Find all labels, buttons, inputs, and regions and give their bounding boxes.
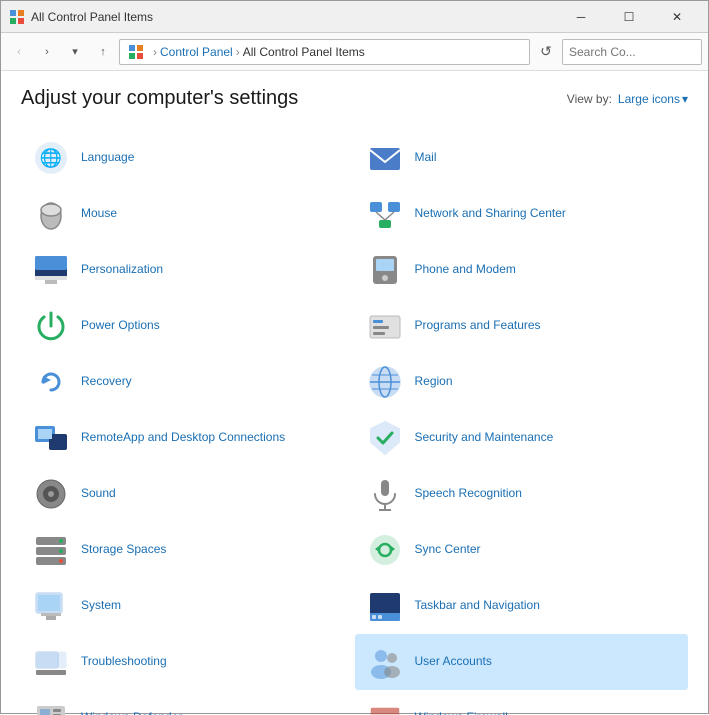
- item-speech-recognition[interactable]: Speech Recognition: [355, 466, 689, 522]
- item-taskbar-navigation[interactable]: Taskbar and Navigation: [355, 578, 689, 634]
- item-label-personalization: Personalization: [81, 262, 163, 278]
- item-label-phone-modem: Phone and Modem: [415, 262, 516, 278]
- item-icon-windows-firewall: [365, 698, 405, 715]
- item-label-sound: Sound: [81, 486, 116, 502]
- item-label-mail: Mail: [415, 150, 437, 166]
- forward-button[interactable]: ›: [35, 40, 59, 64]
- search-input[interactable]: [569, 45, 709, 59]
- item-sound[interactable]: Sound: [21, 466, 355, 522]
- item-mouse[interactable]: Mouse: [21, 186, 355, 242]
- item-icon-speech-recognition: [365, 474, 405, 514]
- item-windows-firewall[interactable]: Windows Firewall: [355, 690, 689, 715]
- item-label-language: Language: [81, 150, 134, 166]
- item-label-taskbar-navigation: Taskbar and Navigation: [415, 598, 540, 614]
- item-label-system: System: [81, 598, 121, 614]
- item-region[interactable]: Region: [355, 354, 689, 410]
- back-button[interactable]: ‹: [7, 40, 31, 64]
- address-bar: ‹ › ▾ ↑ › Control Panel › All Control Pa…: [1, 33, 708, 71]
- item-icon-network-sharing: [365, 194, 405, 234]
- item-mail[interactable]: Mail: [355, 130, 689, 186]
- view-by-value[interactable]: Large icons ▾: [618, 92, 688, 106]
- item-windows-defender[interactable]: Windows Defender: [21, 690, 355, 715]
- item-icon-troubleshooting: [31, 642, 71, 682]
- window-title: All Control Panel Items: [31, 10, 558, 24]
- item-security-maintenance[interactable]: Security and Maintenance: [355, 410, 689, 466]
- item-icon-region: [365, 362, 405, 402]
- title-bar: All Control Panel Items ─ ☐ ✕: [1, 1, 708, 33]
- content-area: Adjust your computer's settings View by:…: [1, 71, 708, 715]
- item-label-troubleshooting: Troubleshooting: [81, 654, 167, 670]
- item-label-power-options: Power Options: [81, 318, 160, 334]
- item-storage-spaces[interactable]: Storage Spaces: [21, 522, 355, 578]
- item-label-windows-firewall: Windows Firewall: [415, 710, 508, 715]
- item-personalization[interactable]: Personalization: [21, 242, 355, 298]
- app-icon: [9, 9, 25, 25]
- item-icon-personalization: [31, 250, 71, 290]
- close-button[interactable]: ✕: [654, 1, 700, 33]
- item-label-security-maintenance: Security and Maintenance: [415, 430, 554, 446]
- item-label-sync-center: Sync Center: [415, 542, 481, 558]
- items-grid: 🌐 Language Mail Mouse Network and Sharin…: [21, 130, 688, 715]
- item-label-network-sharing: Network and Sharing Center: [415, 206, 566, 222]
- page-header: Adjust your computer's settings View by:…: [21, 87, 688, 110]
- view-by-label: View by:: [567, 92, 612, 106]
- item-icon-user-accounts: [365, 642, 405, 682]
- item-icon-phone-modem: [365, 250, 405, 290]
- recent-locations-button[interactable]: ▾: [63, 40, 87, 64]
- item-remoteapp[interactable]: RemoteApp and Desktop Connections: [21, 410, 355, 466]
- refresh-button[interactable]: ↺: [534, 40, 558, 64]
- item-label-programs-features: Programs and Features: [415, 318, 541, 334]
- item-icon-remoteapp: [31, 418, 71, 458]
- item-power-options[interactable]: Power Options: [21, 298, 355, 354]
- item-label-region: Region: [415, 374, 453, 390]
- item-icon-security-maintenance: [365, 418, 405, 458]
- item-label-storage-spaces: Storage Spaces: [81, 542, 166, 558]
- item-icon-programs-features: [365, 306, 405, 346]
- item-network-sharing[interactable]: Network and Sharing Center: [355, 186, 689, 242]
- item-troubleshooting[interactable]: Troubleshooting: [21, 634, 355, 690]
- path-separator: ›: [153, 45, 157, 59]
- item-icon-power-options: [31, 306, 71, 346]
- item-icon-storage-spaces: [31, 530, 71, 570]
- path-separator-2: ›: [236, 45, 240, 59]
- page-title: Adjust your computer's settings: [21, 87, 298, 110]
- item-label-speech-recognition: Speech Recognition: [415, 486, 522, 502]
- view-by-control: View by: Large icons ▾: [567, 92, 688, 106]
- main-area: Adjust your computer's settings View by:…: [1, 71, 708, 715]
- item-icon-recovery: [31, 362, 71, 402]
- item-label-recovery: Recovery: [81, 374, 132, 390]
- item-label-mouse: Mouse: [81, 206, 117, 222]
- item-label-user-accounts: User Accounts: [415, 654, 492, 670]
- item-phone-modem[interactable]: Phone and Modem: [355, 242, 689, 298]
- item-label-remoteapp: RemoteApp and Desktop Connections: [81, 430, 285, 446]
- item-icon-language: 🌐: [31, 138, 71, 178]
- item-icon-system: [31, 586, 71, 626]
- item-icon-taskbar-navigation: [365, 586, 405, 626]
- item-label-windows-defender: Windows Defender: [81, 710, 182, 715]
- item-recovery[interactable]: Recovery: [21, 354, 355, 410]
- item-icon-sync-center: [365, 530, 405, 570]
- item-user-accounts[interactable]: User Accounts: [355, 634, 689, 690]
- item-icon-windows-defender: [31, 698, 71, 715]
- window-controls: ─ ☐ ✕: [558, 1, 700, 33]
- path-current: All Control Panel Items: [243, 45, 365, 59]
- search-box[interactable]: 🔍: [562, 39, 702, 65]
- minimize-button[interactable]: ─: [558, 1, 604, 33]
- address-path[interactable]: › Control Panel › All Control Panel Item…: [119, 39, 530, 65]
- up-button[interactable]: ↑: [91, 40, 115, 64]
- restore-button[interactable]: ☐: [606, 1, 652, 33]
- item-icon-mouse: [31, 194, 71, 234]
- item-sync-center[interactable]: Sync Center: [355, 522, 689, 578]
- item-icon-sound: [31, 474, 71, 514]
- item-language[interactable]: 🌐 Language: [21, 130, 355, 186]
- item-programs-features[interactable]: Programs and Features: [355, 298, 689, 354]
- path-control-panel[interactable]: Control Panel: [160, 45, 233, 59]
- item-icon-mail: [365, 138, 405, 178]
- svg-text:🌐: 🌐: [40, 147, 62, 168]
- item-system[interactable]: System: [21, 578, 355, 634]
